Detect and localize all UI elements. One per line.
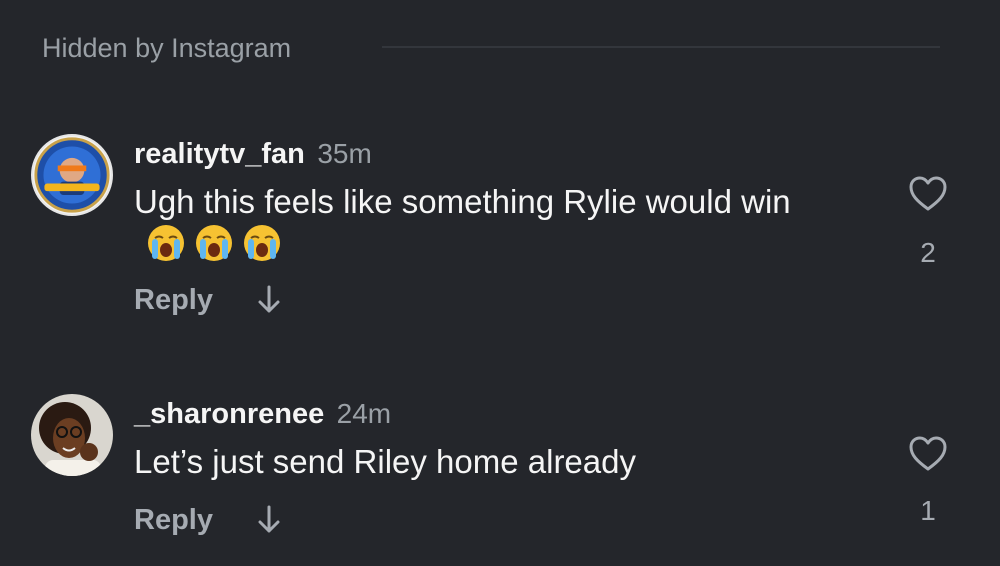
- heart-icon[interactable]: [907, 434, 949, 474]
- comment-item: _sharonrenee 24m Let’s just send Riley h…: [0, 390, 1000, 550]
- heart-icon[interactable]: [907, 174, 949, 214]
- timestamp: 24m: [336, 398, 392, 429]
- loudly-crying-face-icon: [148, 225, 184, 261]
- reply-button[interactable]: Reply: [134, 282, 213, 318]
- comment-actions: Reply: [134, 282, 283, 318]
- like-count: 1: [920, 495, 936, 526]
- username[interactable]: realitytv_fan: [134, 138, 305, 170]
- comment-text: Let’s just send Riley home already: [134, 443, 636, 480]
- loudly-crying-face-icon: [196, 225, 232, 261]
- translate-down-arrow-icon[interactable]: [255, 284, 283, 316]
- timestamp: 35m: [317, 138, 372, 169]
- comment-item: realitytv_fan 35m Ugh this feels like so…: [0, 130, 1000, 330]
- like-column: 1: [906, 434, 950, 528]
- comment-actions: Reply: [134, 502, 283, 538]
- avatar[interactable]: [31, 394, 113, 476]
- hidden-by-instagram-label[interactable]: Hidden by Instagram: [42, 30, 291, 66]
- avatar-image: [31, 394, 113, 476]
- divider-line: [382, 46, 940, 48]
- comment-text-content: Ugh this feels like something Rylie woul…: [134, 183, 791, 220]
- hidden-by-instagram-divider[interactable]: Hidden by Instagram: [42, 30, 940, 66]
- like-column: 2: [906, 174, 950, 270]
- avatar-image: [34, 137, 110, 213]
- reply-button[interactable]: Reply: [134, 502, 213, 538]
- comment-text: Ugh this feels like something Rylie woul…: [134, 181, 854, 265]
- comment-header: realitytv_fan 35m: [134, 136, 372, 177]
- translate-down-arrow-icon[interactable]: [255, 504, 283, 536]
- loudly-crying-face-icon: [244, 225, 280, 261]
- username[interactable]: _sharonrenee: [134, 398, 324, 430]
- emoji-group: [146, 223, 282, 263]
- comment-header: _sharonrenee 24m: [134, 396, 391, 437]
- like-count: 2: [920, 237, 936, 268]
- avatar[interactable]: [31, 134, 113, 216]
